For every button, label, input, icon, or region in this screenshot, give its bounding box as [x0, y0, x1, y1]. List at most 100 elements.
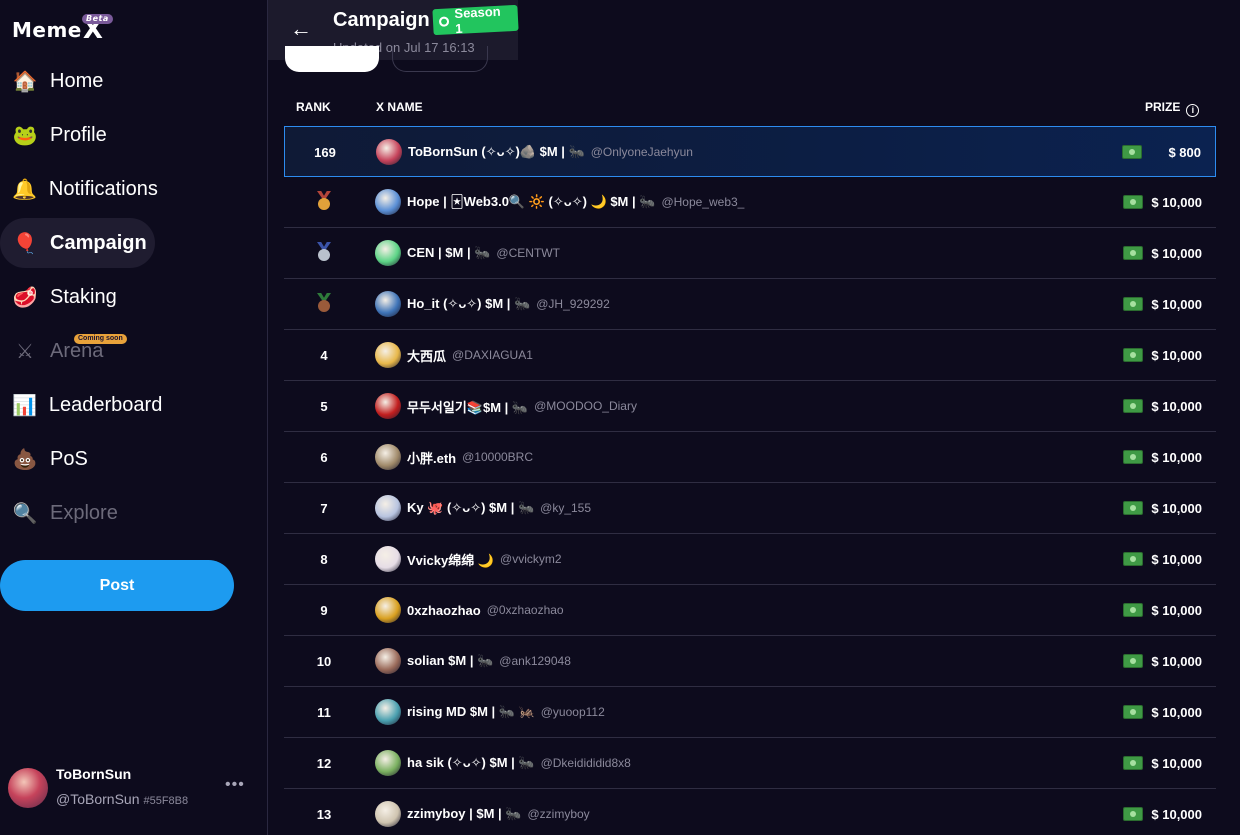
prize-cell: $ 10,000 — [1123, 483, 1202, 533]
x-name-cell[interactable]: solian $M | 🐜 @ank129048 — [407, 636, 571, 686]
beta-badge: Beta — [82, 14, 113, 24]
avatar[interactable] — [375, 342, 401, 368]
x-name-cell[interactable]: 0xzhaozhao @0xzhaozhao — [407, 585, 564, 635]
sidebar-item-pos[interactable]: 💩 PoS — [0, 434, 155, 484]
x-name-cell[interactable]: Ky 🐙 (✧ᴗ✧) $M | 🐜 @ky_155 — [407, 483, 591, 533]
avatar[interactable] — [375, 240, 401, 266]
x-handle: @DAXIAGUA1 — [452, 348, 533, 362]
x-name-cell[interactable]: 小胖.eth @10000BRC — [407, 432, 533, 482]
cash-icon — [1123, 246, 1144, 260]
prize-amount: $ 10,000 — [1151, 194, 1202, 210]
sidebar-item-arena[interactable]: ⚔ Arena Coming soon — [0, 326, 155, 376]
cash-icon — [1123, 450, 1144, 464]
avatar[interactable] — [375, 546, 401, 572]
prize-cell: $ 10,000 — [1123, 330, 1202, 380]
rank-cell: 7 — [320, 500, 328, 516]
page-title: Campaign — [333, 9, 430, 31]
prize-amount: $ 800 — [1168, 144, 1201, 160]
info-icon[interactable]: i — [1186, 104, 1200, 117]
sidebar-item-home[interactable]: 🏠 Home — [0, 56, 155, 106]
prize-amount: $ 10,000 — [1151, 755, 1202, 771]
table-row[interactable]: 6 小胖.eth @10000BRC $ 10,000 — [284, 432, 1216, 483]
x-name-cell[interactable]: Vvicky绵绵 🌙 @vvickym2 — [407, 534, 562, 584]
season-label: Season 1 — [454, 3, 502, 37]
avatar[interactable] — [375, 444, 401, 470]
avatar[interactable] — [375, 393, 401, 419]
post-button[interactable]: Post — [0, 560, 234, 611]
avatar[interactable] — [375, 189, 401, 215]
table-row[interactable]: 4 大西瓜 @DAXIAGUA1 $ 10,000 — [284, 330, 1216, 381]
display-name: 大西瓜 — [407, 348, 447, 364]
avatar[interactable] — [375, 648, 401, 674]
x-handle: @ky_155 — [540, 501, 592, 515]
sidebar-item-campaign[interactable]: 🎈 Campaign — [0, 218, 155, 268]
table-row[interactable]: 9 0xzhaozhao @0xzhaozhao $ 10,000 — [284, 585, 1216, 636]
prize-cell: $ 10,000 — [1123, 279, 1202, 329]
rank-cell: 8 — [320, 551, 328, 567]
leaderboard-table: 169 ToBornSun (✧ᴗ✧)🪨 $M | 🐜 @OnlyoneJaehyu… — [284, 126, 1216, 835]
avatar[interactable] — [375, 597, 401, 623]
back-arrow-icon[interactable]: ← — [290, 16, 312, 42]
avatar[interactable] — [375, 291, 401, 317]
table-row[interactable]: 7 Ky 🐙 (✧ᴗ✧) $M | 🐜 @ky_155 $ 10,000 — [284, 483, 1216, 534]
tab-inactive[interactable] — [392, 46, 488, 72]
table-row[interactable]: 11 rising MD $M | 🐜 🦗 @yuoop112 $ 10,000 — [284, 687, 1216, 738]
display-name: ha sik (✧ᴗ✧) $M | 🐜 — [407, 755, 535, 770]
sidebar-item-staking[interactable]: 🥩 Staking — [0, 272, 155, 322]
table-row[interactable]: CEN | $M | 🐜 @CENTWT $ 10,000 — [284, 228, 1216, 279]
sidebar-item-notifications[interactable]: 🔔 Notifications — [0, 164, 158, 214]
sidebar-item-profile[interactable]: 🐸 Profile — [0, 110, 155, 160]
prize-cell: $ 10,000 — [1123, 687, 1202, 737]
table-row[interactable]: 13 zzimyboy | $M | 🐜 @zzimyboy $ 10,000 — [284, 789, 1216, 835]
table-row[interactable]: 5 무두서일기📚$M | 🐜 @MOODOO_Diary $ 10,000 — [284, 381, 1216, 432]
sidebar-item-label: PoS — [50, 447, 88, 470]
table-row[interactable]: Ho_it (✧ᴗ✧) $M | 🐜 @JH_929292 $ 10,000 — [284, 279, 1216, 330]
x-name-cell[interactable]: 무두서일기📚$M | 🐜 @MOODOO_Diary — [407, 381, 637, 431]
avatar[interactable] — [375, 699, 401, 725]
prize-cell: $ 10,000 — [1123, 585, 1202, 635]
table-row[interactable]: 8 Vvicky绵绵 🌙 @vvickym2 $ 10,000 — [284, 534, 1216, 585]
x-name-cell[interactable]: Hope | 🃏Web3.0🔍 🔆 (✧ᴗ✧) 🌙 $M | 🐜 @Hope_we… — [407, 177, 744, 227]
prize-cell: $ 10,000 — [1123, 228, 1202, 278]
bell-icon: 🔔 — [12, 178, 37, 201]
x-handle: @Dkeidididid8x8 — [540, 756, 631, 770]
avatar[interactable] — [375, 750, 401, 776]
table-row[interactable]: Hope | 🃏Web3.0🔍 🔆 (✧ᴗ✧) 🌙 $M | 🐜 @Hope_we… — [284, 177, 1216, 228]
rank-cell — [284, 279, 364, 329]
bronze-medal-icon — [315, 293, 333, 315]
prize-amount: $ 10,000 — [1151, 704, 1202, 720]
account-switcher[interactable]: ToBornSun @ToBornSun #55F8B8 ••• — [8, 766, 260, 810]
table-row-current-user[interactable]: 169 ToBornSun (✧ᴗ✧)🪨 $M | 🐜 @OnlyoneJaehyu… — [284, 126, 1216, 177]
table-row[interactable]: 10 solian $M | 🐜 @ank129048 $ 10,000 — [284, 636, 1216, 687]
avatar[interactable] — [375, 801, 401, 827]
tab-active[interactable] — [285, 46, 379, 72]
more-options-icon[interactable]: ••• — [225, 776, 245, 794]
rank-cell: 9 — [320, 602, 328, 618]
sidebar-item-leaderboard[interactable]: 📊 Leaderboard — [0, 380, 162, 430]
table-row[interactable]: 12 ha sik (✧ᴗ✧) $M | 🐜 @Dkeidididid8x8 $ 10… — [284, 738, 1216, 789]
x-name-cell[interactable]: 大西瓜 @DAXIAGUA1 — [407, 330, 533, 380]
x-name-cell[interactable]: ToBornSun (✧ᴗ✧)🪨 $M | 🐜 @OnlyoneJaehyun — [408, 127, 693, 177]
prize-amount: $ 10,000 — [1151, 551, 1202, 567]
prize-amount: $ 10,000 — [1151, 245, 1202, 261]
gold-medal-icon — [315, 191, 333, 213]
sidebar-item-label: Leaderboard — [48, 393, 163, 416]
prize-cell: $ 10,000 — [1123, 432, 1202, 482]
x-handle: @CENTWT — [496, 246, 560, 260]
sidebar-item-explore[interactable]: 🔍 Explore — [0, 488, 155, 538]
x-name-cell[interactable]: rising MD $M | 🐜 🦗 @yuoop112 — [407, 687, 605, 737]
x-name-cell[interactable]: Ho_it (✧ᴗ✧) $M | 🐜 @JH_929292 — [407, 279, 610, 329]
x-name-cell[interactable]: CEN | $M | 🐜 @CENTWT — [407, 228, 560, 278]
silver-medal-icon — [315, 242, 333, 264]
display-name: rising MD $M | 🐜 🦗 — [407, 704, 535, 719]
x-name-cell[interactable]: ha sik (✧ᴗ✧) $M | 🐜 @Dkeidididid8x8 — [407, 738, 631, 788]
cash-icon — [1123, 399, 1144, 413]
coming-soon-badge: Coming soon — [74, 334, 127, 344]
magnifier-icon: 🔍 — [12, 502, 38, 525]
x-name-cell[interactable]: zzimyboy | $M | 🐜 @zzimyboy — [407, 789, 590, 835]
display-name: CEN | $M | 🐜 — [407, 245, 491, 260]
avatar[interactable] — [376, 139, 402, 165]
avatar[interactable] — [375, 495, 401, 521]
podium-icon: 📊 — [12, 394, 37, 417]
brand-logo[interactable]: Meme X Beta — [12, 14, 113, 46]
